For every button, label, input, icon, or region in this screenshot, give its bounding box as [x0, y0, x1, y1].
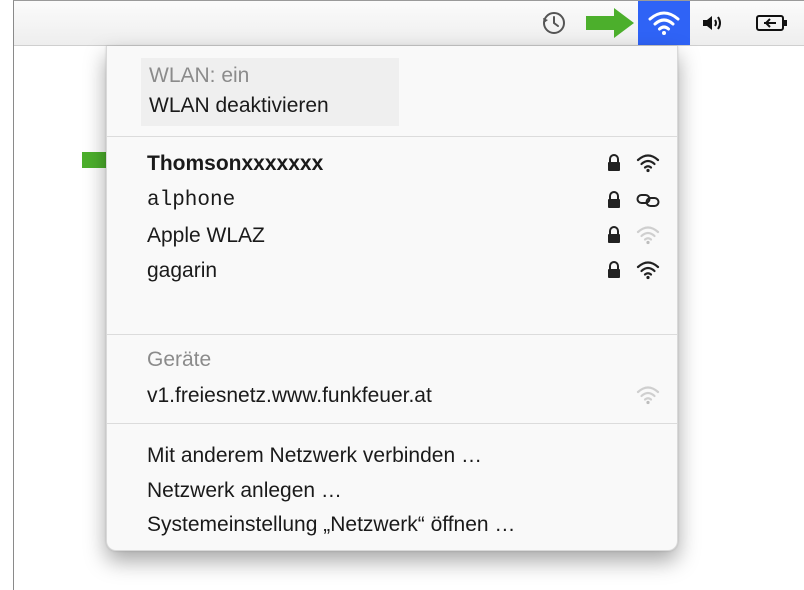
wifi-icon[interactable]: [638, 1, 690, 45]
network-item-thomson[interactable]: Thomsonxxxxxxx: [107, 149, 677, 179]
menu-separator: [107, 334, 677, 335]
device-name: v1.freiesnetz.www.funkfeuer.at: [147, 384, 432, 407]
menu-bar: [14, 1, 804, 46]
network-name: Apple WLAZ: [147, 224, 265, 247]
wifi-signal-icon: [635, 259, 661, 281]
open-network-preferences-item[interactable]: Systemeinstellung „Netzwerk“ öffnen …: [147, 513, 515, 537]
create-network-item[interactable]: Netzwerk anlegen …: [147, 479, 342, 503]
network-name: Thomsonxxxxxxx: [147, 152, 324, 175]
lock-icon: [601, 259, 627, 281]
wlan-toggle-item[interactable]: WLAN deaktivieren: [149, 94, 329, 118]
volume-icon[interactable]: [698, 1, 728, 45]
network-name: alphone: [147, 189, 236, 212]
chain-link-icon: [635, 189, 661, 211]
lock-icon: [601, 152, 627, 174]
lock-icon: [601, 189, 627, 211]
network-item-apple-wlaz[interactable]: Apple WLAZ: [107, 221, 677, 251]
network-item-gagarin[interactable]: gagarin: [107, 256, 677, 286]
wifi-signal-icon: [635, 152, 661, 174]
lock-icon: [601, 224, 627, 246]
menu-separator: [107, 136, 677, 137]
wifi-signal-weak-icon: [635, 224, 661, 246]
device-item-funkfeuer[interactable]: v1.freiesnetz.www.funkfeuer.at: [107, 381, 677, 411]
wifi-signal-weak-icon: [635, 384, 661, 406]
connect-other-network-item[interactable]: Mit anderem Netzwerk verbinden …: [147, 444, 482, 468]
time-machine-icon[interactable]: [534, 1, 574, 45]
wifi-menu: WLAN: ein WLAN deaktivieren Thomsonxxxxx…: [106, 46, 678, 551]
network-name: gagarin: [147, 259, 218, 282]
menu-separator: [107, 423, 677, 424]
devices-header: Geräte: [147, 348, 212, 371]
battery-icon[interactable]: [752, 1, 792, 45]
annotation-arrow-icon: [584, 7, 636, 44]
wlan-status: WLAN: ein: [149, 64, 250, 87]
network-item-alphone[interactable]: alphone: [107, 186, 677, 216]
